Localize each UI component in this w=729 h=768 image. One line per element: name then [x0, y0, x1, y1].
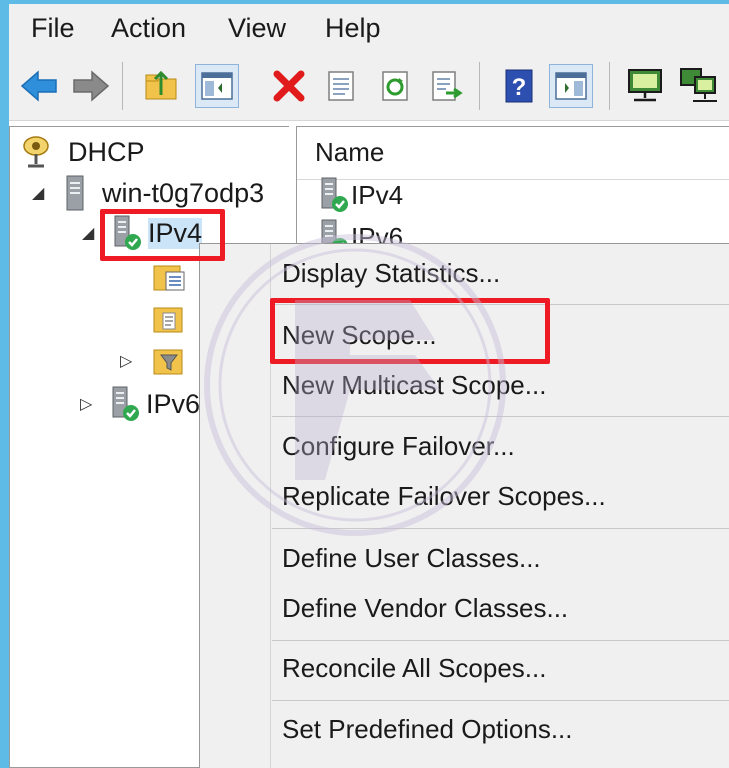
show-hide-action-pane-button[interactable]: [549, 64, 593, 108]
forward-button[interactable]: [69, 64, 113, 108]
svg-text:?: ?: [512, 74, 527, 101]
export-list-icon: [432, 71, 463, 101]
policies-folder-icon: [153, 307, 183, 333]
highlight-box-new-scope: [270, 298, 550, 364]
help-button[interactable]: ?: [497, 64, 541, 108]
filters-folder-icon: [153, 349, 183, 375]
menu-separator: [272, 416, 729, 417]
back-button[interactable]: [17, 64, 61, 108]
menu-item-display-statistics[interactable]: Display Statistics...: [282, 258, 500, 289]
collapsed-caret-icon[interactable]: ▷: [120, 351, 136, 371]
list-item-ipv4[interactable]: IPv4: [319, 177, 403, 213]
window-frame-left: [0, 0, 9, 768]
menu-help[interactable]: Help: [325, 13, 381, 44]
action-pane-icon: [555, 72, 587, 100]
up-folder-icon: [145, 70, 177, 100]
refresh-button[interactable]: [373, 64, 417, 108]
highlight-box-ipv4: [100, 209, 225, 261]
expanded-caret-icon[interactable]: ◢: [82, 223, 98, 243]
back-arrow-icon: [20, 70, 57, 102]
menu-file[interactable]: File: [31, 13, 75, 44]
tree-label-ipv6: IPv6: [146, 388, 201, 419]
column-header-label: Name: [315, 137, 385, 167]
list-item-label: IPv4: [351, 179, 404, 210]
ipv6-server-ok-icon: [112, 386, 139, 421]
tree-item-dhcp[interactable]: DHCP: [18, 132, 145, 172]
expanded-caret-icon[interactable]: ◢: [32, 183, 48, 203]
collapsed-caret-icon[interactable]: ▷: [80, 394, 96, 414]
column-header-name[interactable]: Name: [297, 127, 729, 180]
menu-separator: [272, 528, 729, 529]
network-icon: [680, 68, 717, 102]
properties-icon: [328, 71, 354, 101]
monitor-icon: [628, 69, 662, 102]
menu-item-set-predefined-options[interactable]: Set Predefined Options...: [282, 714, 573, 745]
tree-label-server: win-t0g7odp3: [102, 177, 265, 208]
refresh-icon: [382, 71, 408, 101]
tree-item-policies[interactable]: [152, 299, 188, 339]
toolbar-separator: [609, 62, 610, 110]
menu-bar: File Action View Help: [9, 4, 729, 52]
delete-icon: [273, 70, 305, 102]
show-hide-console-tree-button[interactable]: [195, 64, 239, 108]
show-hide-tree-icon: [201, 72, 233, 100]
menu-item-configure-failover[interactable]: Configure Failover...: [282, 431, 515, 462]
menu-separator: [272, 700, 729, 701]
menu-item-define-user-classes[interactable]: Define User Classes...: [282, 543, 541, 574]
tree-label-dhcp: DHCP: [68, 136, 145, 167]
export-list-button[interactable]: [425, 64, 469, 108]
menu-item-define-vendor-classes[interactable]: Define Vendor Classes...: [282, 593, 568, 624]
delete-button[interactable]: [267, 64, 311, 108]
menu-action[interactable]: Action: [111, 13, 186, 44]
dhcp-root-icon: [23, 136, 49, 168]
tree-item-ipv6[interactable]: ▷ IPv6: [80, 384, 200, 424]
toolbar-separator: [122, 62, 123, 110]
tree-item-server-options[interactable]: [152, 257, 188, 297]
toolbar-separator: [479, 62, 480, 110]
toolbar: ?: [9, 52, 729, 121]
menu-separator: [272, 640, 729, 641]
server-icon: [66, 175, 84, 211]
forward-arrow-icon: [73, 70, 110, 102]
server-options-icon: [153, 265, 185, 291]
menu-item-new-multicast-scope[interactable]: New Multicast Scope...: [282, 370, 546, 401]
tree-item-server[interactable]: ◢ win-t0g7odp3: [32, 173, 264, 213]
menu-item-reconcile-all-scopes[interactable]: Reconcile All Scopes...: [282, 653, 546, 684]
monitor-button[interactable]: [623, 64, 667, 108]
tree-item-filters[interactable]: ▷: [120, 341, 188, 381]
ipv4-server-ok-icon: [321, 177, 348, 212]
menu-item-replicate-failover-scopes[interactable]: Replicate Failover Scopes...: [282, 481, 606, 512]
menu-view[interactable]: View: [228, 13, 286, 44]
properties-button[interactable]: [319, 64, 363, 108]
network-button[interactable]: [677, 64, 721, 108]
help-icon: ?: [505, 69, 533, 103]
up-one-level-button[interactable]: [139, 64, 183, 108]
